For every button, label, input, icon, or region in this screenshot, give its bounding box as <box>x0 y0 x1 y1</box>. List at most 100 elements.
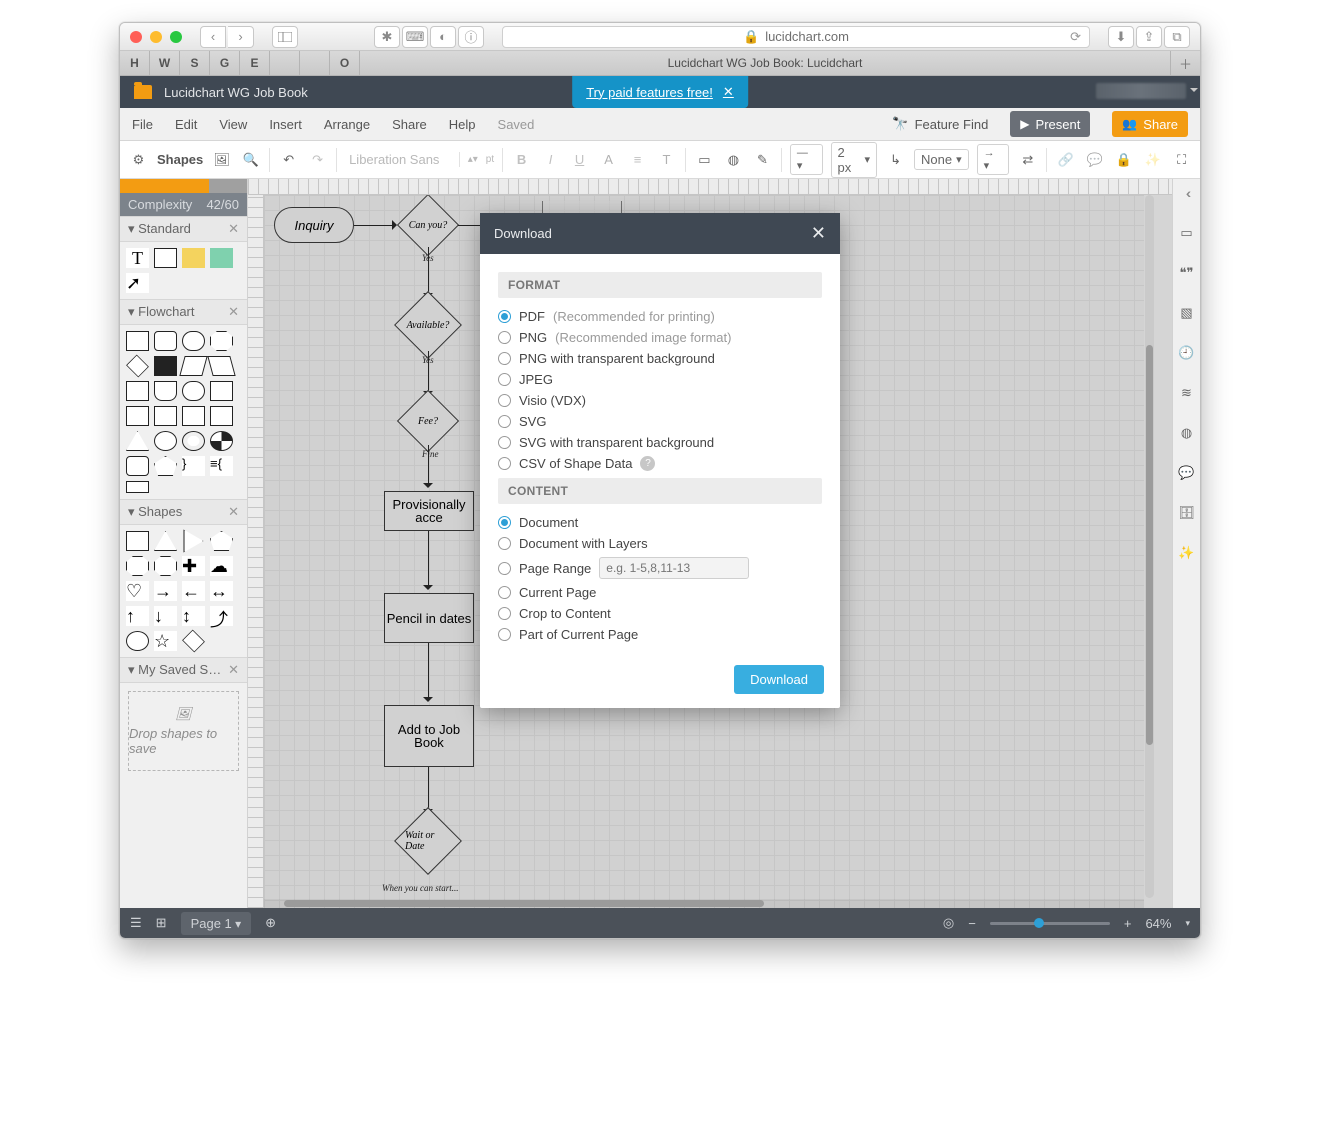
menu-help[interactable]: Help <box>449 117 476 132</box>
shapes-button[interactable]: Shapes <box>157 152 203 167</box>
content-current-page-option[interactable]: Current Page <box>498 582 822 603</box>
fill-icon[interactable]: ◍ <box>1181 425 1192 441</box>
downloads-icon[interactable]: ⬇ <box>1108 26 1134 48</box>
content-layers-option[interactable]: Document with Layers <box>498 533 822 554</box>
folder-icon[interactable] <box>134 85 152 99</box>
format-png-option[interactable]: PNG (Recommended image format) <box>498 327 822 348</box>
shape-process[interactable]: Provisionally acce <box>384 491 474 531</box>
fav-item[interactable]: G <box>210 51 240 75</box>
shape-swatch[interactable] <box>179 356 207 376</box>
shape-swatch[interactable]: ≡{ <box>210 456 233 476</box>
rect-shape[interactable] <box>154 248 177 268</box>
download-button[interactable]: Download <box>734 665 824 694</box>
shape-swatch[interactable] <box>126 381 149 401</box>
fav-item[interactable]: W <box>150 51 180 75</box>
image-icon[interactable]: 🖼 <box>211 149 232 171</box>
page-tab[interactable]: Page 1 ▾ <box>181 912 252 935</box>
sidebar-button[interactable] <box>272 26 298 48</box>
font-size-stepper[interactable]: ▴▾ <box>468 154 478 165</box>
history-icon[interactable]: 🕘 <box>1178 345 1194 361</box>
shape-process[interactable]: Pencil in dates <box>384 593 474 643</box>
tabs-icon[interactable]: ⧉ <box>1164 26 1190 48</box>
zoom-value[interactable]: 64% <box>1145 916 1171 931</box>
close-icon[interactable]: ✕ <box>723 84 734 100</box>
group-saved-header[interactable]: ▾ My Saved S…✕ <box>120 657 247 683</box>
saved-drop-zone[interactable]: 🖼 Drop shapes to save <box>128 691 239 771</box>
page-icon[interactable]: ▭ <box>1180 225 1192 241</box>
undo-icon[interactable]: ↶ <box>278 149 299 171</box>
shape-swatch[interactable] <box>184 530 204 553</box>
text-shape[interactable]: T <box>126 248 149 268</box>
layers-icon[interactable]: ≋ <box>1181 385 1192 401</box>
format-pdf-option[interactable]: PDF (Recommended for printing) <box>498 306 822 327</box>
line-width-select[interactable]: 2 px ▾ <box>831 142 878 178</box>
shape-swatch[interactable] <box>126 431 149 451</box>
close-icon[interactable]: ✕ <box>228 504 239 520</box>
grid-icon[interactable]: ⊞ <box>156 915 167 931</box>
format-jpeg-option[interactable]: JPEG <box>498 369 822 390</box>
horizontal-scrollbar[interactable] <box>264 899 1144 908</box>
shape-swatch[interactable] <box>154 556 177 576</box>
group-shapes-header[interactable]: ▾ Shapes✕ <box>120 499 247 525</box>
shape-swatch[interactable] <box>154 406 177 426</box>
menu-arrange[interactable]: Arrange <box>324 117 370 132</box>
shape-swatch[interactable]: ↕ <box>182 606 205 626</box>
page-range-input[interactable] <box>599 557 749 579</box>
data-icon[interactable]: 🗄 <box>1178 505 1195 521</box>
format-svg-transparent-option[interactable]: SVG with transparent background <box>498 432 822 453</box>
italic-icon[interactable]: I <box>540 149 561 171</box>
present-button[interactable]: ▶ Present <box>1010 111 1090 137</box>
fav-item[interactable]: S <box>180 51 210 75</box>
group-flowchart-header[interactable]: ▾ Flowchart✕ <box>120 299 247 325</box>
vertical-scrollbar[interactable] <box>1145 195 1154 898</box>
shape-swatch[interactable] <box>210 331 233 351</box>
try-paid-banner[interactable]: Try paid features free! ✕ <box>572 76 748 108</box>
line-style-select[interactable]: — ▾ <box>790 144 823 175</box>
reload-icon[interactable]: ⟳ <box>1070 29 1081 45</box>
format-svg-option[interactable]: SVG <box>498 411 822 432</box>
shape-decision[interactable]: Fee? <box>397 390 459 452</box>
swap-ends-icon[interactable]: ⇄ <box>1017 149 1038 171</box>
zoom-slider[interactable] <box>990 922 1110 925</box>
close-icon[interactable]: ✕ <box>228 304 239 320</box>
format-csv-option[interactable]: CSV of Shape Data ? <box>498 453 822 474</box>
target-icon[interactable]: ◎ <box>943 915 954 931</box>
bold-icon[interactable]: B <box>511 149 532 171</box>
shape-swatch[interactable]: ☆ <box>154 631 177 651</box>
shape-swatch[interactable]: ↔ <box>210 581 233 601</box>
shape-swatch[interactable] <box>126 355 149 378</box>
shape-swatch[interactable] <box>154 381 177 401</box>
menu-file[interactable]: File <box>132 117 153 132</box>
shape-swatch[interactable] <box>182 331 205 351</box>
line-color-icon[interactable]: ✎ <box>752 149 773 171</box>
shape-swatch[interactable] <box>210 406 233 426</box>
shape-swatch[interactable]: ⤴ <box>210 606 233 626</box>
menu-share[interactable]: Share <box>392 117 427 132</box>
shape-process[interactable]: Add to Job Book <box>384 705 474 767</box>
fav-item[interactable] <box>270 51 300 75</box>
content-page-range-option[interactable]: Page Range <box>498 554 822 582</box>
shape-decision[interactable]: Wait or Date <box>394 807 462 875</box>
shape-swatch[interactable] <box>210 531 233 551</box>
fav-item[interactable]: O <box>330 51 360 75</box>
fav-item[interactable] <box>300 51 330 75</box>
comment-icon[interactable]: 💬 <box>1084 149 1105 171</box>
doc-title[interactable]: Lucidchart WG Job Book <box>164 85 308 100</box>
close-icon[interactable]: ✕ <box>228 662 239 678</box>
shape-swatch[interactable]: ← <box>182 581 205 601</box>
shape-swatch[interactable]: } <box>182 456 205 476</box>
help-icon[interactable]: ? <box>640 456 655 471</box>
shape-swatch[interactable] <box>126 406 149 426</box>
shape-swatch[interactable] <box>182 431 205 451</box>
account-menu[interactable] <box>1096 83 1186 99</box>
magic-wand-icon[interactable]: ✨ <box>1178 545 1194 561</box>
fav-item[interactable]: H <box>120 51 150 75</box>
minimize-icon[interactable] <box>150 31 162 43</box>
shape-swatch[interactable] <box>126 531 149 551</box>
shape-swatch[interactable]: ↑ <box>126 606 149 626</box>
close-icon[interactable]: ✕ <box>811 223 826 244</box>
shape-swatch[interactable] <box>182 630 205 653</box>
shape-swatch[interactable] <box>154 456 177 476</box>
redo-icon[interactable]: ↷ <box>307 149 328 171</box>
collapse-icon[interactable]: ‹‹ <box>1186 185 1187 201</box>
